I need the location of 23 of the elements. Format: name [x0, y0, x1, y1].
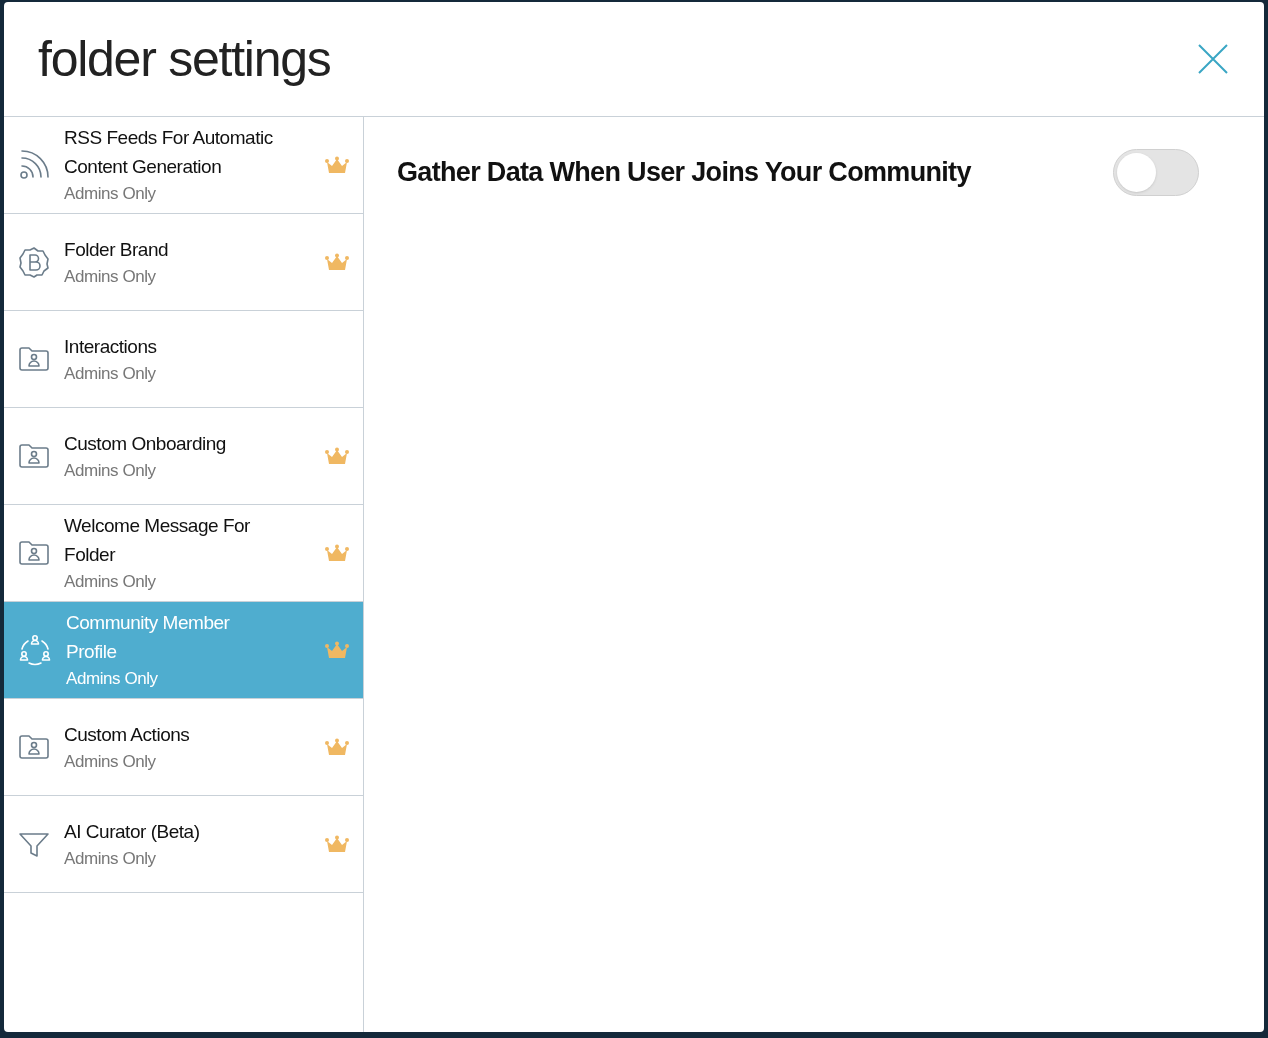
- item-subtitle: Admins Only: [66, 668, 159, 690]
- item-subtitle: Admins Only: [64, 183, 157, 205]
- item-title: Custom Onboarding: [64, 431, 227, 456]
- item-title: AI Curator (Beta): [64, 819, 201, 844]
- close-button[interactable]: [1196, 42, 1230, 76]
- community-icon: [18, 633, 52, 667]
- item-subtitle: Admins Only: [64, 362, 157, 385]
- item-title: Community Member Profile: [66, 611, 231, 664]
- item-title: Interactions: [64, 334, 158, 359]
- setting-label: Gather Data When User Joins Your Community: [397, 156, 971, 190]
- rss-icon: [18, 149, 50, 181]
- dialog-title: folder settings: [38, 29, 331, 89]
- item-subtitle: Admins Only: [64, 750, 157, 773]
- item-title: RSS Feeds For Automatic Content Generation: [64, 126, 274, 179]
- item-title: Folder Brand: [64, 237, 170, 262]
- toggle-switch[interactable]: [1113, 149, 1199, 196]
- item-subtitle: Admins Only: [64, 847, 157, 870]
- item-subtitle: Admins Only: [64, 265, 157, 288]
- item-subtitle: Admins Only: [64, 571, 157, 593]
- item-title: Custom Actions: [64, 722, 191, 747]
- item-title: Welcome Message For Folder: [64, 514, 251, 567]
- item-subtitle: Admins Only: [64, 459, 157, 482]
- brand-badge-icon: [18, 246, 50, 278]
